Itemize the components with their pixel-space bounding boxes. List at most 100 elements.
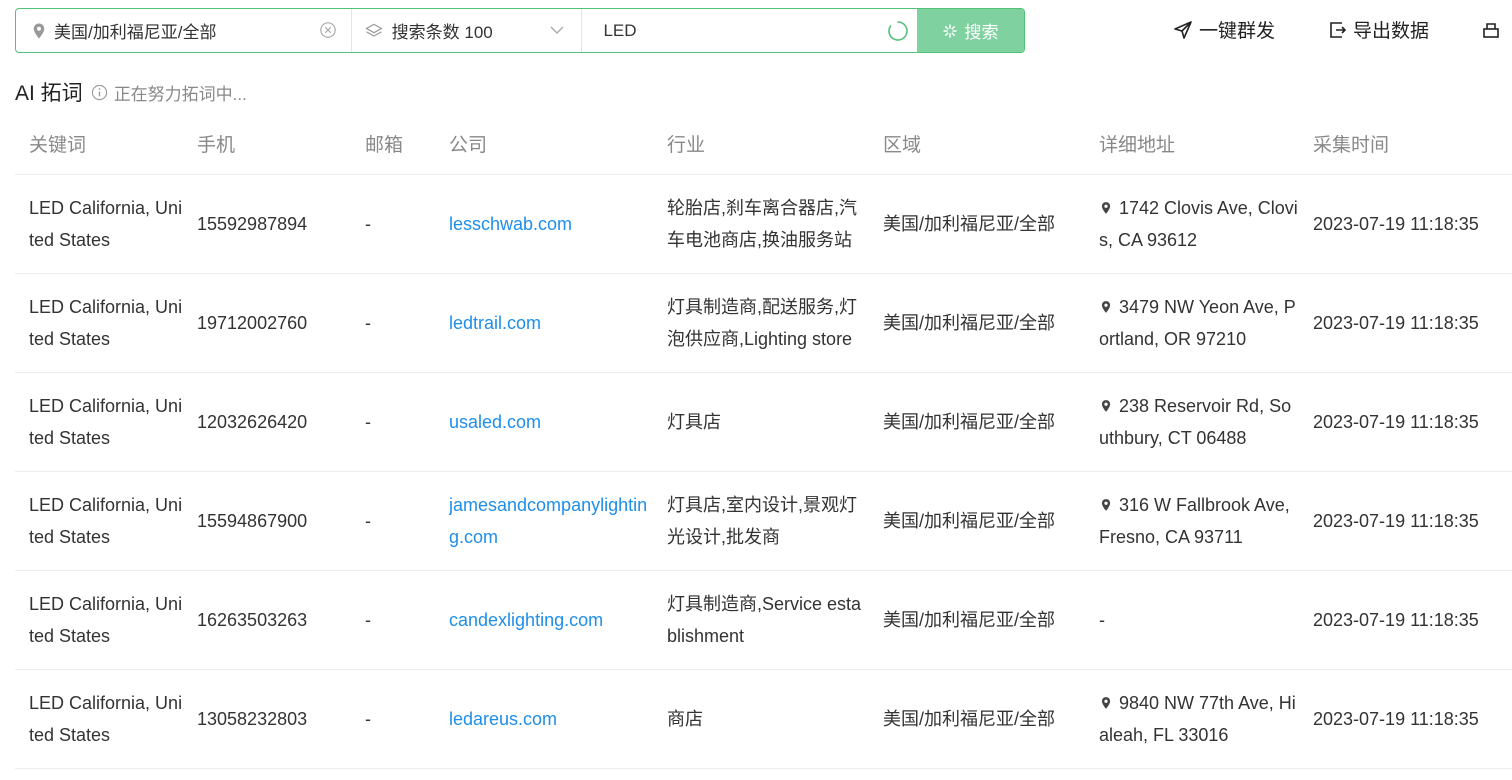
company-link[interactable]: ledtrail.com xyxy=(449,307,653,339)
cell-keyword: LED California, United States xyxy=(15,669,183,769)
cell-phone: 12032626420 xyxy=(183,372,351,472)
location-pin-icon xyxy=(1101,697,1111,709)
cell-region: 美国/加利福尼亚/全部 xyxy=(869,174,1085,274)
location-pin-icon xyxy=(1101,202,1111,214)
header-region: 区域 xyxy=(869,112,1085,175)
location-pin-icon xyxy=(1101,301,1111,313)
result-count-select[interactable]: 搜索条数 100 xyxy=(352,9,583,52)
cell-keyword: LED California, United States xyxy=(15,273,183,373)
layers-icon xyxy=(364,23,383,37)
loading-icon xyxy=(942,23,957,38)
company-link[interactable]: candexlighting.com xyxy=(449,604,653,636)
cell-phone: 19712002760 xyxy=(183,273,351,373)
cell-region: 美国/加利福尼亚/全部 xyxy=(869,273,1085,373)
header-address: 详细地址 xyxy=(1085,112,1299,175)
location-pin-icon xyxy=(1101,499,1111,511)
cell-email: - xyxy=(351,669,435,769)
cell-region: 美国/加利福尼亚/全部 xyxy=(869,570,1085,670)
loading-spinner-icon xyxy=(888,21,908,41)
table-row: LED California, United States 13058232803… xyxy=(15,669,1512,769)
cell-keyword: LED California, United States xyxy=(15,570,183,670)
location-pin-icon xyxy=(1101,400,1111,412)
cell-phone: 16263503263 xyxy=(183,570,351,670)
cell-address: - xyxy=(1085,570,1299,670)
cell-keyword: LED California, United States xyxy=(15,174,183,274)
cell-time: 2023-07-19 11:18:35 xyxy=(1299,273,1512,373)
cell-email: - xyxy=(351,372,435,472)
cell-time: 2023-07-19 11:18:35 xyxy=(1299,372,1512,472)
cell-phone: 15594867900 xyxy=(183,471,351,571)
ai-keyword-header: AI 拓词 正在努力拓词中... xyxy=(15,78,247,106)
cell-industry: 灯具店 xyxy=(653,372,869,472)
cell-region: 美国/加利福尼亚/全部 xyxy=(869,669,1085,769)
cell-industry: 轮胎店,刹车离合器店,汽车电池商店,换油服务站 xyxy=(653,174,869,274)
database-icon xyxy=(1483,22,1499,38)
cell-email: - xyxy=(351,174,435,274)
header-phone: 手机 xyxy=(183,112,351,175)
results-table: 关键词 手机 邮箱 公司 行业 区域 详细地址 采集时间 LED Califor… xyxy=(15,112,1512,769)
cell-address: 1742 Clovis Ave, Clovis, CA 93612 xyxy=(1085,174,1299,274)
cell-region: 美国/加利福尼亚/全部 xyxy=(869,372,1085,472)
cell-time: 2023-07-19 11:18:35 xyxy=(1299,174,1512,274)
keyword-value: LED xyxy=(603,20,637,40)
company-link[interactable]: usaled.com xyxy=(449,406,653,438)
cell-region: 美国/加利福尼亚/全部 xyxy=(869,471,1085,571)
company-link[interactable]: ledareus.com xyxy=(449,703,653,735)
region-value: 美国/加利福尼亚/全部 xyxy=(54,23,217,42)
export-label: 导出数据 xyxy=(1353,21,1430,42)
header-time: 采集时间 xyxy=(1299,112,1512,175)
cell-phone: 15592987894 xyxy=(183,174,351,274)
search-button[interactable]: 搜索 xyxy=(917,9,1024,52)
table-row: LED California, United States 15592987894… xyxy=(15,174,1512,274)
cell-address: 238 Reservoir Rd, Southbury, CT 06488 xyxy=(1085,372,1299,472)
export-icon xyxy=(1330,21,1347,38)
export-button[interactable]: 导出数据 xyxy=(1327,16,1429,43)
cell-address: 316 W Fallbrook Ave, Fresno, CA 93711 xyxy=(1085,471,1299,571)
clear-icon[interactable] xyxy=(319,21,337,39)
table-row: LED California, United States 16263503263… xyxy=(15,570,1512,670)
more-button[interactable] xyxy=(1481,20,1507,40)
cell-email: - xyxy=(351,570,435,670)
broadcast-label: 一键群发 xyxy=(1199,21,1276,42)
keyword-input[interactable]: LED xyxy=(582,9,917,52)
header-industry: 行业 xyxy=(653,112,869,175)
company-link[interactable]: lesschwab.com xyxy=(449,208,653,240)
cell-company: ledtrail.com xyxy=(435,273,653,373)
cell-industry: 商店 xyxy=(653,669,869,769)
cell-email: - xyxy=(351,273,435,373)
action-bar: 一键群发 导出数据 xyxy=(1173,8,1507,51)
send-icon xyxy=(1174,20,1192,39)
cell-time: 2023-07-19 11:18:35 xyxy=(1299,669,1512,769)
ai-title: AI 拓词 xyxy=(15,82,83,105)
cell-address: 3479 NW Yeon Ave, Portland, OR 97210 xyxy=(1085,273,1299,373)
cell-phone: 13058232803 xyxy=(183,669,351,769)
cell-time: 2023-07-19 11:18:35 xyxy=(1299,570,1512,670)
cell-address: 9840 NW 77th Ave, Hialeah, FL 33016 xyxy=(1085,669,1299,769)
cell-industry: 灯具店,室内设计,景观灯光设计,批发商 xyxy=(653,471,869,571)
ai-status: 正在努力拓词中... xyxy=(113,84,247,104)
search-bar: 美国/加利福尼亚/全部 搜索条数 100 LED 搜索 xyxy=(15,8,1025,53)
company-link[interactable]: jamesandcompanylighting.com xyxy=(449,489,653,553)
cell-industry: 灯具制造商,Service establishment xyxy=(653,570,869,670)
cell-industry: 灯具制造商,配送服务,灯泡供应商,Lighting store xyxy=(653,273,869,373)
toolbar: 美国/加利福尼亚/全部 搜索条数 100 LED 搜索 一键群发 导出数据 xyxy=(15,8,1512,53)
cell-company: usaled.com xyxy=(435,372,653,472)
cell-email: - xyxy=(351,471,435,571)
broadcast-button[interactable]: 一键群发 xyxy=(1173,16,1275,43)
table-row: LED California, United States 15594867900… xyxy=(15,471,1512,571)
table-row: LED California, United States 12032626420… xyxy=(15,372,1512,472)
header-email: 邮箱 xyxy=(351,112,435,175)
location-pin-icon xyxy=(33,23,45,38)
cell-company: jamesandcompanylighting.com xyxy=(435,471,653,571)
cell-company: ledareus.com xyxy=(435,669,653,769)
header-company: 公司 xyxy=(435,112,653,175)
table-row: LED California, United States 19712002760… xyxy=(15,273,1512,373)
chevron-down-icon xyxy=(550,26,564,34)
search-button-label: 搜索 xyxy=(964,23,999,42)
info-icon xyxy=(91,84,107,100)
cell-keyword: LED California, United States xyxy=(15,471,183,571)
region-selector[interactable]: 美国/加利福尼亚/全部 xyxy=(16,9,352,52)
header-keyword: 关键词 xyxy=(15,112,183,175)
result-count-value: 搜索条数 100 xyxy=(391,23,493,42)
cell-keyword: LED California, United States xyxy=(15,372,183,472)
